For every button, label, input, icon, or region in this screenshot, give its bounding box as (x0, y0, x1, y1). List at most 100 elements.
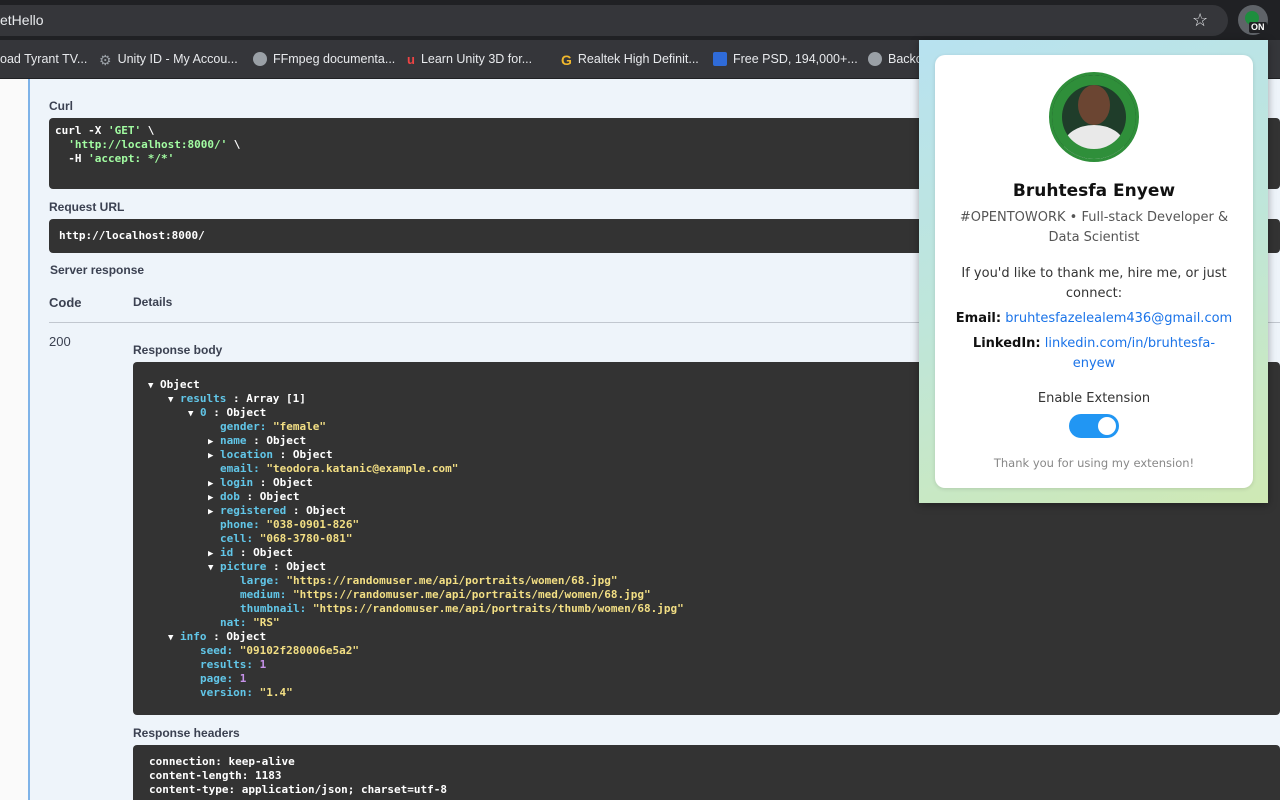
json-tree-row: version: "1.4" (200, 686, 293, 700)
response-headers-block[interactable]: connection: keep-alive content-length: 1… (133, 745, 1280, 800)
json-value: Object (226, 406, 267, 419)
bookmark-item[interactable]: u Learn Unity 3D for... (407, 40, 532, 78)
collapsed-caret-icon[interactable]: ▶ (208, 547, 220, 561)
bookmark-label: Learn Unity 3D for... (420, 52, 533, 66)
json-separator (233, 644, 240, 657)
expanded-caret-icon[interactable]: ▼ (188, 407, 200, 421)
enable-extension-toggle[interactable] (1069, 414, 1119, 438)
email-link[interactable]: bruhtesfazelealem436@gmail.com (1005, 311, 1232, 326)
bookmark-label: Free PSD, 194,000+... (733, 52, 858, 66)
details-header: Details (133, 295, 173, 309)
json-separator: : (272, 448, 293, 461)
linkedin-link[interactable]: linkedin.com/in/bruhtesfa-enyew (1045, 336, 1215, 371)
collapsed-caret-icon[interactable]: ▶ (208, 449, 220, 463)
json-tree-row[interactable]: ▶ location : Object (208, 448, 333, 462)
bookmark-item[interactable]: FFmpeg documenta... (253, 40, 395, 78)
bookmark-label: Backc (888, 52, 923, 66)
json-key: info (180, 630, 207, 643)
g-icon: G (561, 51, 572, 68)
json-value: "038-0901-826" (266, 518, 360, 531)
json-separator: : (286, 504, 307, 517)
bookmark-item[interactable]: Backc (868, 40, 922, 78)
json-separator (266, 420, 273, 433)
status-code: 200 (49, 334, 71, 349)
json-value: Object (286, 560, 326, 573)
json-tree-row[interactable]: ▼ info : Object (168, 630, 266, 644)
collapsed-caret-icon[interactable]: ▶ (208, 505, 220, 519)
json-tree-row[interactable]: ▶ login : Object (208, 476, 313, 490)
unity-icon: ⚙ (99, 51, 112, 68)
header-line: content-length: 1183 (149, 769, 282, 782)
json-key: thumbnail: (240, 602, 307, 615)
curl-label: Curl (49, 99, 73, 113)
curl-continuation: \ (227, 138, 241, 151)
json-tree-row[interactable]: ▶ dob : Object (208, 490, 300, 504)
address-bar[interactable]: etHello ☆ (0, 5, 1228, 36)
json-value: "RS" (253, 616, 280, 629)
response-body-label: Response body (133, 343, 223, 357)
expanded-caret-icon[interactable]: ▼ (148, 379, 160, 393)
json-key: seed: (200, 644, 234, 657)
bookmark-item[interactable]: ⚙ Unity ID - My Accou... (99, 40, 238, 78)
json-separator: : (266, 560, 287, 573)
json-tree-row[interactable]: ▼ 0 : Object (188, 406, 266, 420)
header-line: connection: keep-alive (149, 755, 295, 768)
json-tree-row[interactable]: ▼ Object (148, 378, 200, 392)
json-key: medium: (240, 588, 287, 601)
request-url-label: Request URL (49, 200, 125, 214)
extension-badge: ON (1249, 22, 1267, 33)
json-separator (233, 672, 240, 685)
json-tree-row[interactable]: ▶ name : Object (208, 434, 306, 448)
bookmark-label: Unity ID - My Accou... (117, 52, 238, 66)
curl-header: 'accept: */*' (88, 152, 175, 165)
globe-icon (253, 51, 267, 66)
collapsed-caret-icon[interactable]: ▶ (208, 477, 220, 491)
json-value: Array [1] (246, 392, 306, 405)
json-tree-row[interactable]: ▶ registered : Object (208, 504, 346, 518)
curl-command: curl -X (55, 124, 108, 137)
extension-icon[interactable]: ON (1238, 5, 1268, 35)
bookmark-label: FFmpeg documenta... (273, 52, 396, 66)
json-tree-row[interactable]: ▶ id : Object (208, 546, 293, 560)
linkedin-label: LinkedIn: (972, 336, 1041, 351)
json-separator: : (239, 490, 260, 503)
collapsed-caret-icon[interactable]: ▶ (208, 491, 220, 505)
json-tree-row: large: "https://randomuser.me/api/portra… (240, 574, 618, 588)
json-key: gender: (220, 420, 267, 433)
thanks-text: If you'd like to thank me, hire me, or j… (961, 266, 1227, 301)
expanded-caret-icon[interactable]: ▼ (168, 631, 180, 645)
json-tree-row: page: 1 (200, 672, 246, 686)
json-key: registered (220, 504, 287, 517)
expanded-caret-icon[interactable]: ▼ (208, 561, 220, 575)
json-tree-row[interactable]: ▼ results : Array [1] (168, 392, 306, 406)
json-tree-row: cell: "068-3780-081" (220, 532, 352, 546)
bookmark-item[interactable]: Free PSD, 194,000+... (713, 40, 858, 78)
udemy-icon: u (407, 51, 415, 67)
bookmark-item[interactable]: oad Tyrant TV... (0, 40, 87, 78)
expanded-caret-icon[interactable]: ▼ (168, 393, 180, 407)
json-tree-row: email: "teodora.katanic@example.com" (220, 462, 458, 476)
json-key: location (220, 448, 273, 461)
globe-icon (868, 51, 882, 66)
curl-continuation: \ (141, 124, 155, 137)
json-tree-row: medium: "https://randomuser.me/api/portr… (240, 588, 651, 602)
json-value: Object (259, 490, 300, 503)
code-header: Code (49, 295, 82, 310)
curl-method: 'GET' (107, 124, 142, 137)
json-key: cell: (220, 532, 254, 545)
avatar (1049, 72, 1139, 162)
json-key: results: (200, 658, 253, 671)
json-separator: : (226, 392, 247, 405)
json-value: "https://randomuser.me/api/portraits/thu… (312, 602, 684, 615)
header-line: content-type: application/json; charset=… (149, 783, 448, 796)
json-tree-row[interactable]: ▼ picture : Object (208, 560, 326, 574)
bookmark-item[interactable]: G Realtek High Definit... (561, 40, 699, 78)
curl-url: 'http://localhost:8000/' (55, 138, 228, 151)
request-url: http://localhost:8000/ (59, 229, 205, 242)
star-icon[interactable]: ☆ (1192, 5, 1208, 36)
json-value: "teodora.katanic@example.com" (266, 462, 459, 475)
json-key: nat: (220, 616, 247, 629)
json-key: results (180, 392, 227, 405)
response-headers-label: Response headers (133, 726, 240, 740)
collapsed-caret-icon[interactable]: ▶ (208, 435, 220, 449)
